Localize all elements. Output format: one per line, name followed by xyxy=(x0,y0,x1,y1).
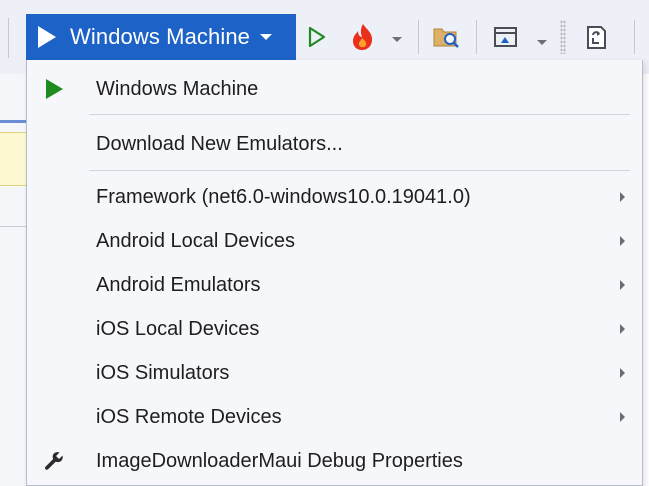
menu-item-label: Windows Machine xyxy=(96,77,259,100)
menu-item-label: iOS Remote Devices xyxy=(96,405,282,428)
refresh-document-button[interactable] xyxy=(578,14,614,60)
play-icon xyxy=(41,76,67,102)
menu-item-label: Framework (net6.0-windows10.0.19041.0) xyxy=(96,185,471,208)
hot-reload-chevron-down-icon[interactable] xyxy=(392,37,402,42)
hot-reload-button[interactable] xyxy=(346,14,380,60)
document-refresh-icon xyxy=(587,26,606,49)
run-target-label: Windows Machine xyxy=(70,24,251,49)
chevron-right-icon xyxy=(620,236,625,246)
start-without-debugging-button[interactable] xyxy=(300,14,334,60)
menu-separator xyxy=(89,170,630,171)
editor-infobar xyxy=(0,132,26,186)
toolbar-separator xyxy=(476,20,477,54)
menu-item-ios-local-devices[interactable]: iOS Local Devices xyxy=(27,307,642,351)
run-target-menu: Windows Machine Download New Emulators..… xyxy=(26,60,643,486)
window-chevron-down-icon[interactable] xyxy=(537,40,547,45)
chevron-right-icon xyxy=(620,368,625,378)
menu-item-android-local-devices[interactable]: Android Local Devices xyxy=(27,219,642,263)
wrench-icon xyxy=(41,448,67,474)
chevron-right-icon xyxy=(620,192,625,202)
menu-item-windows-machine[interactable]: Windows Machine xyxy=(27,67,642,111)
menu-item-label: Android Emulators xyxy=(96,273,261,296)
menu-item-label: iOS Simulators xyxy=(96,361,230,384)
play-icon xyxy=(38,26,56,48)
run-target-dropdown[interactable]: Windows Machine xyxy=(26,14,296,60)
menu-item-android-emulators[interactable]: Android Emulators xyxy=(27,263,642,307)
menu-item-label: iOS Local Devices xyxy=(96,317,260,340)
menu-separator xyxy=(89,114,630,115)
menu-item-download-emulators[interactable]: Download New Emulators... xyxy=(27,122,642,166)
menu-item-debug-properties[interactable]: ImageDownloaderMaui Debug Properties xyxy=(27,439,642,483)
chevron-right-icon xyxy=(620,412,625,422)
toolbar-separator xyxy=(418,20,419,54)
toolbar-separator xyxy=(8,18,9,58)
chevron-right-icon xyxy=(620,280,625,290)
hot-reload-icon xyxy=(353,24,373,50)
ide-window: Windows Machine Windows Machine Download… xyxy=(0,0,649,486)
menu-item-framework[interactable]: Framework (net6.0-windows10.0.19041.0) xyxy=(27,175,642,219)
toolbar-separator xyxy=(634,20,635,54)
open-folder-button[interactable] xyxy=(428,14,464,60)
play-outline-icon xyxy=(308,26,326,48)
chevron-down-icon xyxy=(260,34,273,40)
editor-divider xyxy=(0,226,26,227)
editor-tab-strip xyxy=(0,120,26,123)
window-icon xyxy=(494,27,517,47)
menu-item-label: ImageDownloaderMaui Debug Properties xyxy=(96,449,463,472)
chevron-right-icon xyxy=(620,324,625,334)
window-layout-button[interactable] xyxy=(488,14,524,60)
toolbar-grip[interactable] xyxy=(560,20,566,54)
menu-item-ios-simulators[interactable]: iOS Simulators xyxy=(27,351,642,395)
folder-search-icon xyxy=(433,28,459,48)
menu-item-ios-remote-devices[interactable]: iOS Remote Devices xyxy=(27,395,642,439)
menu-item-label: Android Local Devices xyxy=(96,229,295,252)
menu-item-label: Download New Emulators... xyxy=(96,132,343,155)
